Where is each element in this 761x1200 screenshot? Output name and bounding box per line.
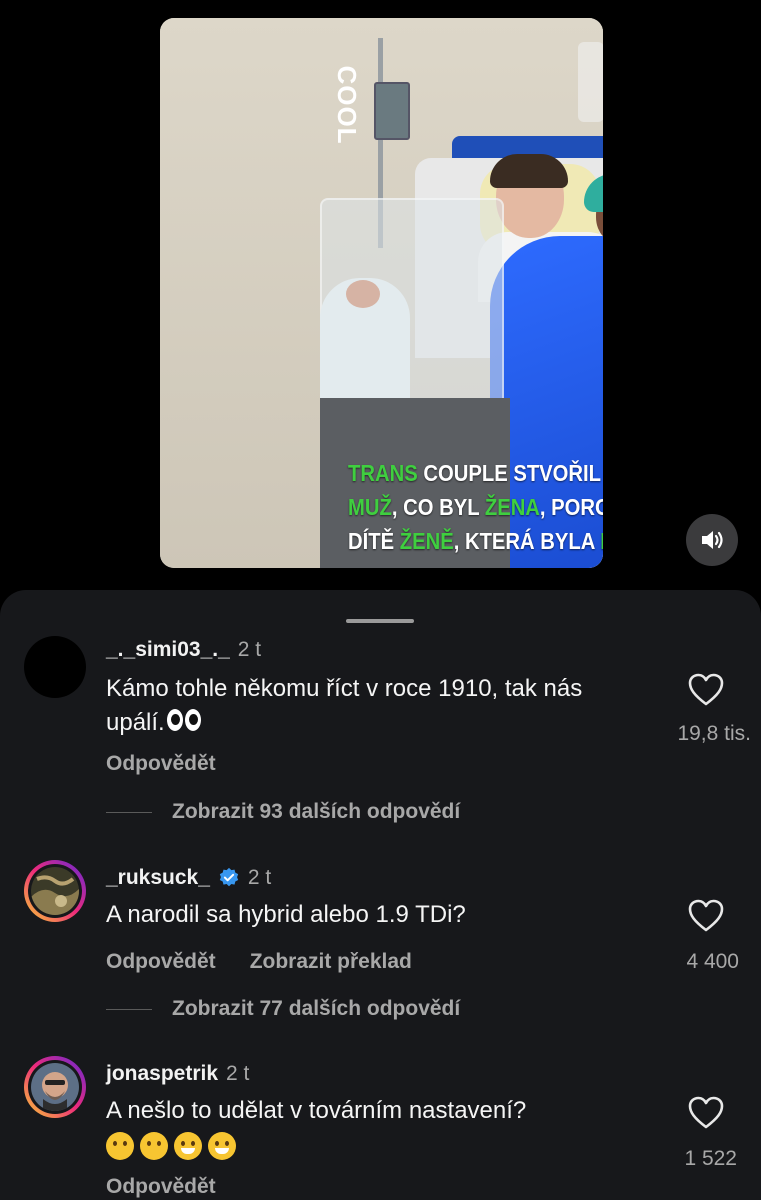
comment-time: 2 t bbox=[237, 638, 262, 661]
view-more-replies[interactable]: Zobrazit 77 dalších odpovědí bbox=[106, 997, 460, 1021]
like-count: 4 400 bbox=[686, 950, 739, 973]
reply-button[interactable]: Odpovědět bbox=[106, 752, 216, 776]
caption-text: , KTERÁ BYLA bbox=[453, 528, 601, 554]
comment-actions: Odpovědět Zobrazit překlad bbox=[106, 950, 412, 974]
caption-text: , CO BYL bbox=[391, 494, 485, 520]
baby-face bbox=[346, 280, 380, 308]
like-heart-icon[interactable] bbox=[688, 899, 724, 933]
comment-text: A narodil sa hybrid alebo 1.9 TDi? bbox=[106, 901, 466, 928]
comment-time: 2 t bbox=[226, 1062, 250, 1085]
grin-sweat-emoji-icon bbox=[208, 1131, 236, 1160]
caption-line: DÍTĚ ŽENĚ, KTERÁ BYLA MUŽ bbox=[348, 524, 603, 558]
comment-text-content: A nešlo to udělat v továrním nastavení? bbox=[106, 1097, 527, 1124]
comment-username-row: _ruksuck_ 2 t bbox=[106, 866, 271, 890]
comment-actions: Odpovědět bbox=[106, 752, 216, 776]
like-count: 1 522 bbox=[684, 1147, 737, 1170]
eyes-emoji-icon bbox=[166, 707, 203, 741]
avatar[interactable] bbox=[24, 860, 86, 922]
grin-sweat-emoji-icon bbox=[174, 1131, 202, 1160]
view-more-replies-label[interactable]: Zobrazit 93 dalších odpovědí bbox=[172, 800, 460, 824]
caption-text: DÍTĚ bbox=[348, 528, 400, 554]
caption-highlight: TRANS bbox=[348, 460, 418, 486]
like-count: 19,8 tis. bbox=[677, 722, 751, 745]
like-heart-icon[interactable] bbox=[688, 1096, 724, 1130]
comment-username-row: jonaspetrik 2 t bbox=[106, 1062, 249, 1086]
caption-highlight: ŽENA bbox=[484, 494, 540, 520]
caption-line: TRANS COUPLE STVOŘIL ŽIVOT! bbox=[348, 456, 603, 490]
video-player[interactable]: COOL TRANS COUPLE STVOŘIL ŽIVOT!MUŽ, CO … bbox=[160, 18, 603, 568]
caption-text: COUPLE STVOŘIL bbox=[417, 460, 603, 486]
avatar[interactable] bbox=[24, 636, 86, 698]
caption-highlight: MUŽ bbox=[600, 528, 603, 554]
reply-button[interactable]: Odpovědět bbox=[106, 1175, 216, 1199]
caption-highlight: MUŽ bbox=[348, 494, 392, 520]
avatar[interactable] bbox=[24, 1056, 86, 1118]
brand-logo: COOL bbox=[332, 65, 363, 145]
divider-line bbox=[106, 1008, 152, 1010]
username[interactable]: _._simi03_._ bbox=[106, 638, 230, 662]
translate-button[interactable]: Zobrazit překlad bbox=[250, 950, 412, 974]
comment-time: 2 t bbox=[247, 866, 272, 889]
shrug-emoji-icon bbox=[106, 1131, 134, 1160]
verified-badge-icon bbox=[219, 867, 239, 887]
like-heart-icon[interactable] bbox=[688, 673, 724, 707]
caption-text: , PORODIL bbox=[539, 494, 603, 520]
avatar-image bbox=[31, 867, 79, 915]
view-more-replies[interactable]: Zobrazit 93 dalších odpovědí bbox=[106, 800, 460, 824]
drag-handle[interactable] bbox=[346, 619, 414, 623]
sound-toggle-button[interactable] bbox=[686, 514, 738, 566]
caption-line: MUŽ, CO BYL ŽENA, PORODIL bbox=[348, 490, 603, 524]
comment-text: A nešlo to udělat v továrním nastavení? bbox=[106, 1094, 646, 1162]
man-hair bbox=[490, 154, 568, 188]
reply-button[interactable]: Odpovědět bbox=[106, 950, 216, 974]
speaker-icon bbox=[702, 531, 723, 549]
video-area: COOL TRANS COUPLE STVOŘIL ŽIVOT!MUŽ, CO … bbox=[0, 0, 761, 590]
username[interactable]: jonaspetrik bbox=[106, 1062, 218, 1086]
thinking-emoji-icon bbox=[140, 1131, 168, 1160]
comment-actions: Odpovědět bbox=[106, 1175, 216, 1199]
avatar-image bbox=[31, 1063, 79, 1111]
comment-text: Kámo tohle někomu říct v roce 1910, tak … bbox=[106, 672, 646, 741]
caption-highlight: ŽENĚ bbox=[399, 528, 454, 554]
divider-line bbox=[106, 811, 152, 813]
username[interactable]: _ruksuck_ bbox=[106, 866, 210, 890]
view-more-replies-label[interactable]: Zobrazit 77 dalších odpovědí bbox=[172, 997, 460, 1021]
iv-bag bbox=[578, 42, 603, 122]
comment-username-row: _._simi03_._ 2 t bbox=[106, 638, 261, 662]
video-caption: TRANS COUPLE STVOŘIL ŽIVOT!MUŽ, CO BYL Ž… bbox=[348, 456, 603, 558]
